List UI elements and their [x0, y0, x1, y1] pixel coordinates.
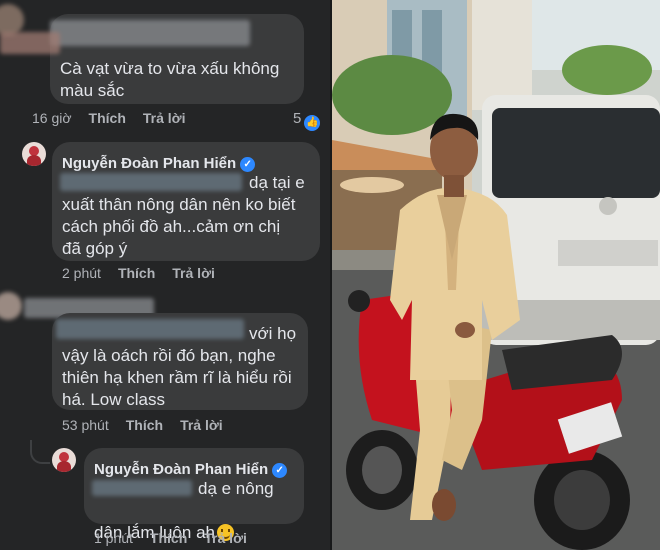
like-link[interactable]: Thích — [118, 265, 155, 281]
reply-link[interactable]: Trả lời — [143, 110, 186, 126]
comment-text: vậy là oách rồi đó bạn, nghe thiên hạ kh… — [62, 346, 292, 409]
redacted-mention — [92, 480, 192, 496]
avatar-author[interactable] — [22, 142, 46, 166]
redacted-mention — [56, 319, 244, 339]
comment-meta-3: 53 phút Thích Trả lời — [62, 417, 240, 433]
redacted-mention — [60, 173, 242, 191]
thread-line — [30, 440, 50, 464]
avatar-author[interactable] — [52, 448, 76, 472]
comment-bubble-3: với họ vậy là oách rồi đó bạn, nghe thiê… — [52, 313, 308, 410]
comment-time: 53 phút — [62, 417, 109, 433]
reply-link[interactable]: Trả lời — [204, 530, 247, 546]
comment-thread: Cà vạt vừa to vừa xấu không màu sắc 16 g… — [0, 0, 330, 550]
like-link[interactable]: Thích — [89, 110, 126, 126]
comment-bubble-4: Nguyễn Đoàn Phan Hiển ✓ dạ e nông dân lắm… — [84, 448, 304, 542]
like-icon: 👍 — [304, 115, 321, 131]
photo-man-on-scooter — [332, 0, 660, 550]
verified-icon: ✓ — [240, 157, 256, 172]
reply-link[interactable]: Trả lời — [180, 417, 223, 433]
like-link[interactable]: Thích — [126, 417, 163, 433]
comment-bubble-1: Cà vạt vừa to vừa xấu không màu sắc — [0, 14, 304, 104]
comment-bubble-2: Nguyễn Đoàn Phan Hiển ✓ dạ tại e xuất thâ… — [52, 142, 320, 261]
redacted-name — [50, 20, 250, 46]
comment-time: 1 phút — [94, 530, 133, 546]
comment-text: Cà vạt vừa to vừa xấu không màu sắc — [60, 59, 280, 100]
photo-illustration — [332, 0, 660, 550]
like-link[interactable]: Thích — [150, 530, 187, 546]
comment-meta-1: 16 giờ Thích Trả lời — [32, 110, 203, 126]
avatar-commenter-3[interactable] — [0, 292, 22, 320]
comment-time: 16 giờ — [32, 110, 72, 126]
comment-time: 2 phút — [62, 265, 101, 281]
verified-icon: ✓ — [272, 463, 288, 478]
reaction-count[interactable]: 5 👍 — [293, 110, 321, 131]
redacted-name — [0, 32, 60, 54]
comment-text-line1: dạ tại e — [249, 173, 305, 192]
comment-meta-4: 1 phút Thích Trả lời — [94, 530, 264, 546]
comment-meta-2: 2 phút Thích Trả lời — [62, 265, 232, 281]
comment-text-line1: dạ e nông — [198, 479, 274, 498]
comment-text-line1: với họ — [249, 324, 297, 343]
comment-text: xuất thân nông dân nên ko biết cách phối… — [62, 195, 296, 258]
author-name[interactable]: Nguyễn Đoàn Phan Hiển ✓ — [62, 153, 256, 175]
reply-link[interactable]: Trả lời — [172, 265, 215, 281]
